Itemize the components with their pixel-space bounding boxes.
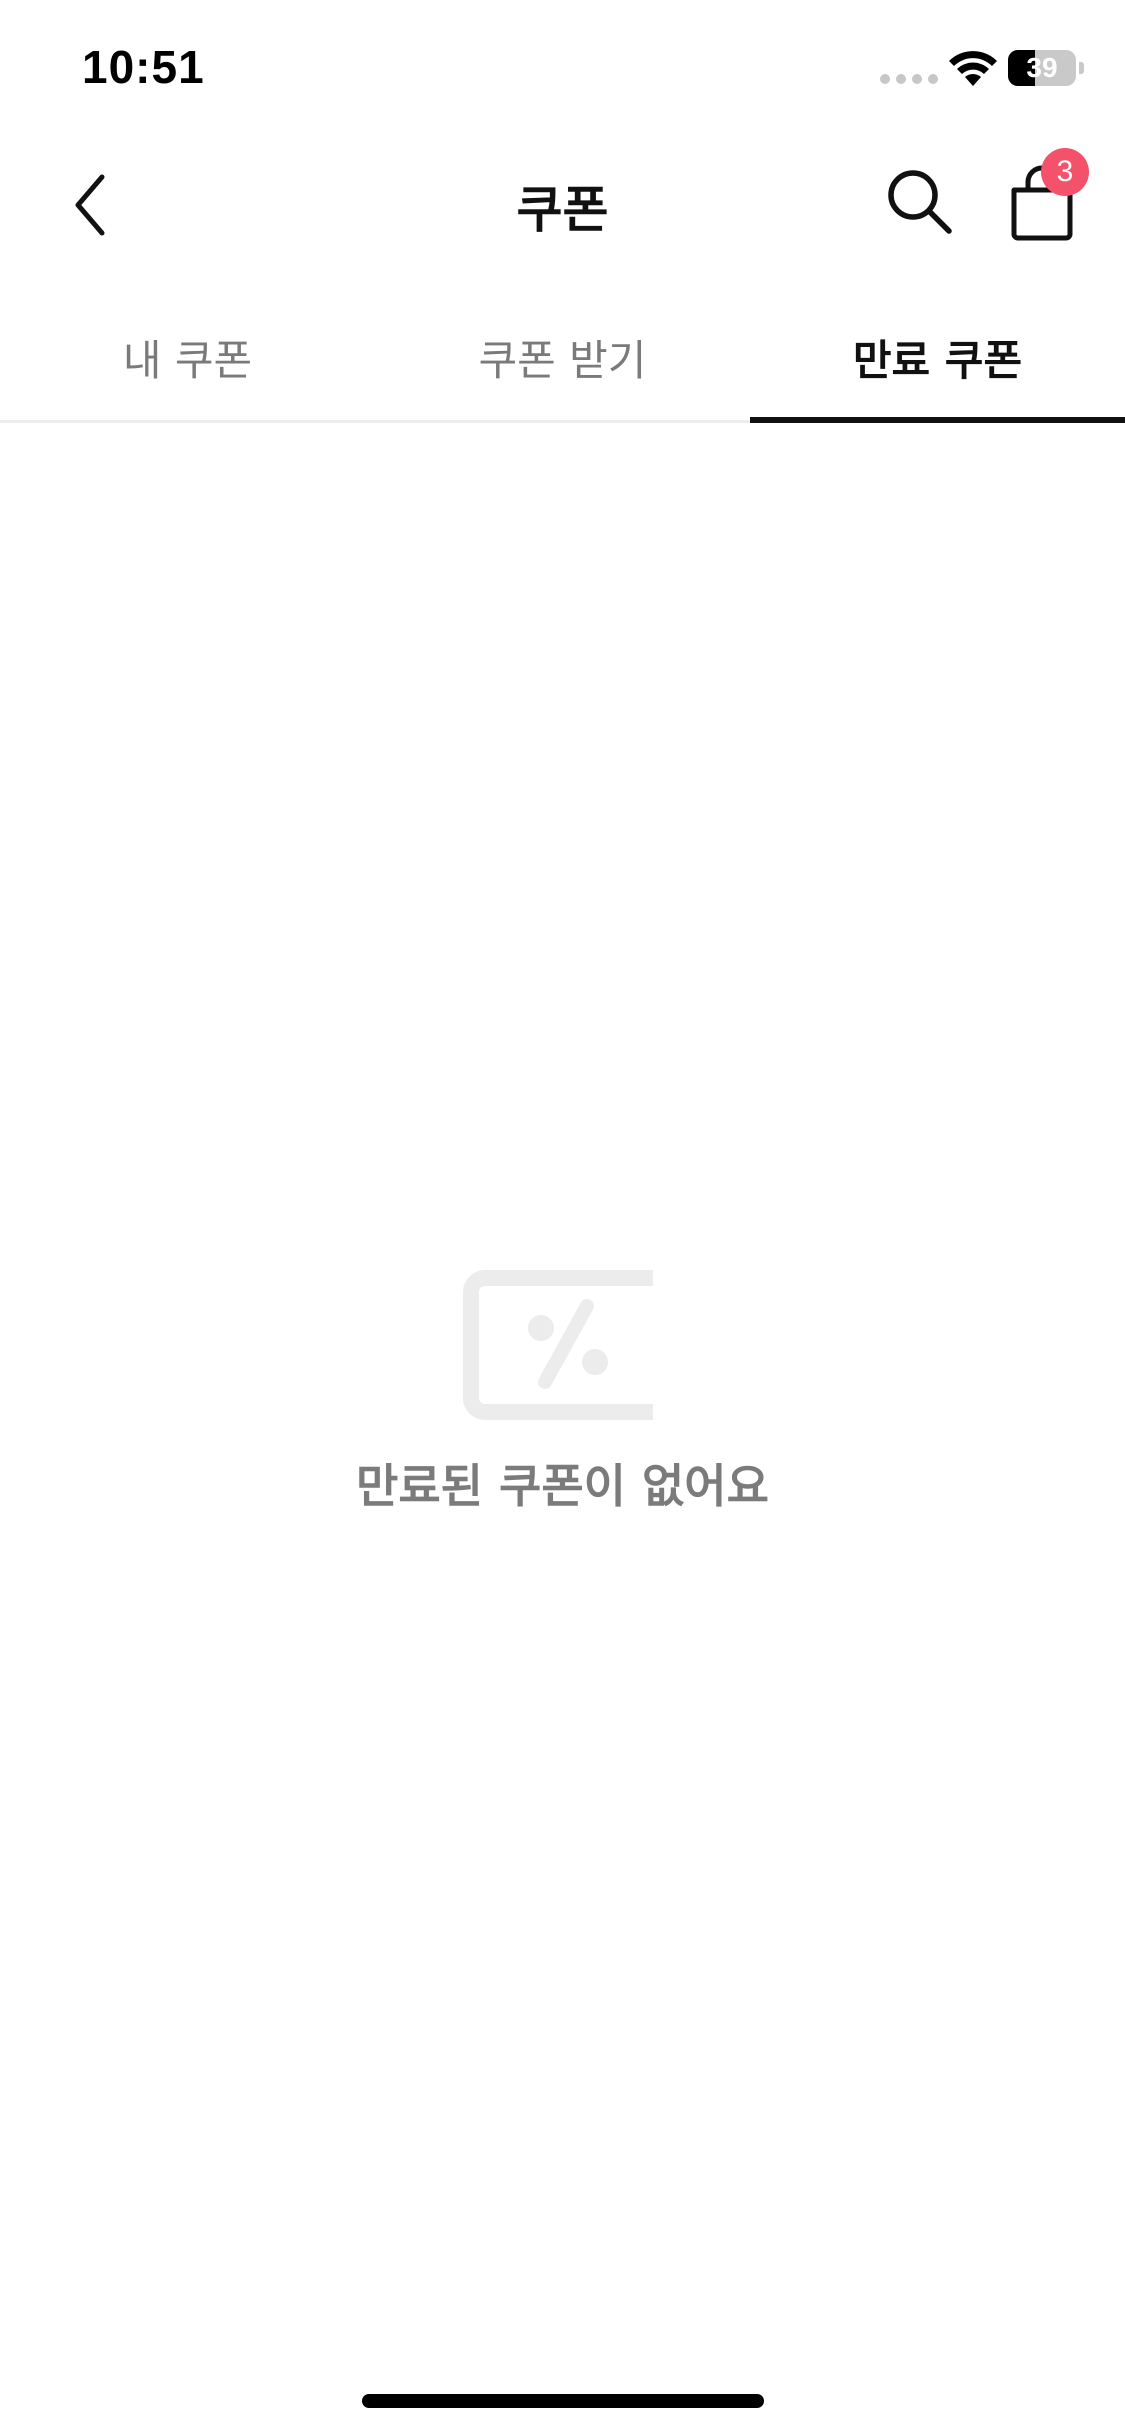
navigation-bar: 쿠폰 [0,140,1125,270]
tab-expired-coupons[interactable]: 만료 쿠폰 [750,295,1125,423]
battery-tip [1079,62,1084,74]
search-button[interactable] [880,162,960,242]
tab-my-coupons[interactable]: 내 쿠폰 [0,295,375,420]
home-indicator[interactable] [362,2394,764,2408]
status-time: 10:51 [82,41,205,93]
tab-get-coupons[interactable]: 쿠폰 받기 [375,295,750,420]
battery-icon: 39 [1008,50,1076,86]
search-icon [888,170,952,234]
empty-state-message: 만료된 쿠폰이 없어요 [356,1459,769,1513]
cellular-signal-icon [880,74,938,84]
coupon-tabs: 내 쿠폰 쿠폰 받기 만료 쿠폰 [0,295,1125,423]
cart-count-badge: 3 [1041,148,1089,196]
status-bar: 10:51 39 [0,0,1125,140]
wifi-icon [949,51,997,86]
empty-state: 만료된 쿠폰이 없어요 [0,1270,1125,1516]
battery-level-text: 39 [1026,52,1058,83]
coupon-percent-icon [462,1270,653,1420]
